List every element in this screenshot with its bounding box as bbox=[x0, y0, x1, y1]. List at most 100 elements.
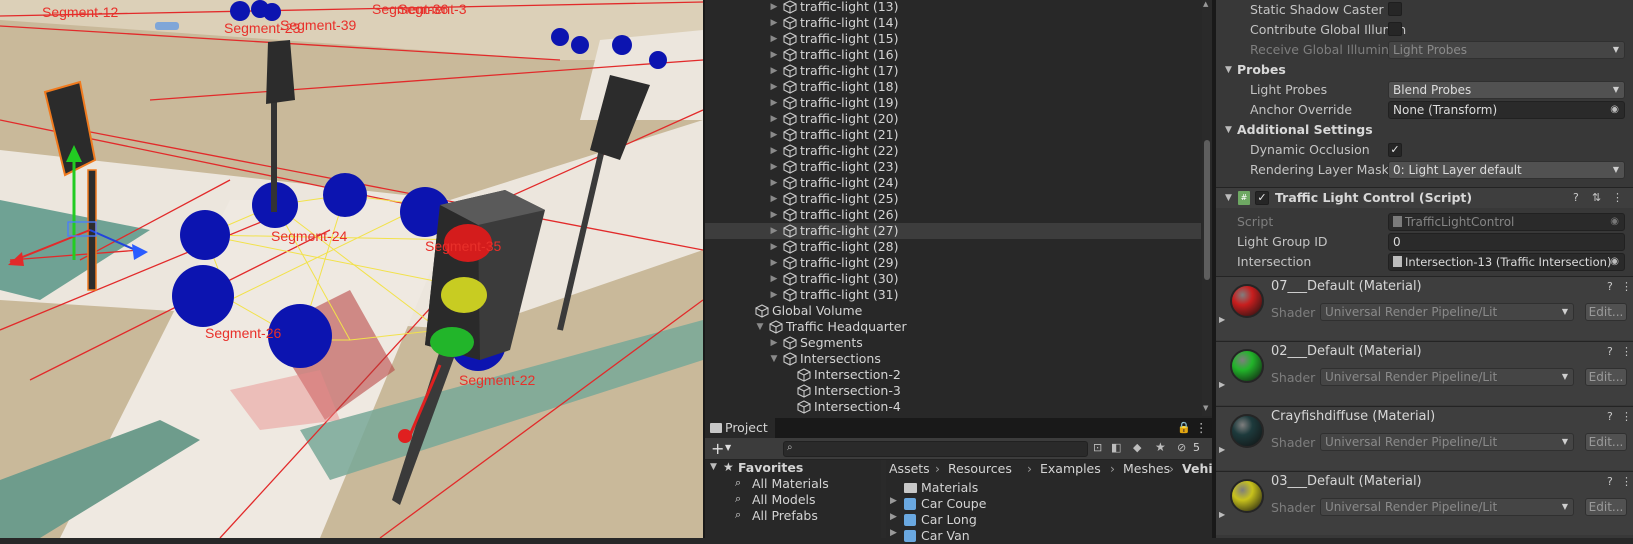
hierarchy-item[interactable]: ▶ traffic-light (23) bbox=[705, 159, 1201, 175]
fold-down-icon[interactable]: ▼ bbox=[1225, 188, 1232, 208]
anchor-override-field[interactable]: None (Transform) ◉ bbox=[1388, 101, 1625, 119]
hierarchy-item[interactable]: ▶ traffic-light (19) bbox=[705, 95, 1201, 111]
expand-arrow-icon[interactable]: ▶ bbox=[768, 335, 780, 351]
expand-arrow-icon[interactable]: ▶ bbox=[768, 207, 780, 223]
expand-arrow-icon[interactable]: ▶ bbox=[768, 95, 780, 111]
expand-arrow-icon[interactable]: ▶ bbox=[768, 111, 780, 127]
hierarchy-item[interactable]: ▶ traffic-light (27) bbox=[705, 223, 1201, 239]
expand-arrow-icon[interactable]: ▶ bbox=[1219, 315, 1225, 324]
light-group-id-input[interactable]: 0 bbox=[1388, 233, 1625, 251]
expand-arrow-icon[interactable]: ▶ bbox=[768, 0, 780, 15]
favorite-item[interactable]: ⌕ All Materials bbox=[705, 476, 881, 492]
breadcrumb-item[interactable]: Meshes bbox=[1123, 461, 1170, 476]
scene-render[interactable] bbox=[0, 0, 703, 538]
object-picker-icon[interactable]: ◉ bbox=[1610, 102, 1619, 118]
shader-dropdown[interactable]: Universal Render Pipeline/Lit ▼ bbox=[1320, 498, 1574, 516]
scene-view[interactable]: Segment-12 Segment-39 Segment-23 Segment-3 S… bbox=[0, 0, 703, 538]
expand-arrow-icon[interactable]: ▶ bbox=[1219, 510, 1225, 519]
help-icon[interactable]: ? bbox=[1607, 410, 1613, 423]
asset-item[interactable]: ▶ Car Long bbox=[886, 512, 1212, 528]
search-input[interactable]: ⌕ bbox=[783, 441, 1088, 457]
kebab-menu-icon[interactable]: ⋮ bbox=[1621, 475, 1632, 488]
hierarchy-item[interactable]: ▶ traffic-light (31) bbox=[705, 287, 1201, 303]
hierarchy-item[interactable]: ▶ traffic-light (28) bbox=[705, 239, 1201, 255]
expand-arrow-icon[interactable]: ▶ bbox=[1219, 445, 1225, 454]
expand-arrow-icon[interactable]: ▶ bbox=[768, 79, 780, 95]
component-enabled-checkbox[interactable]: ✓ bbox=[1255, 191, 1269, 205]
scroll-up-icon[interactable]: ▲ bbox=[1203, 0, 1208, 8]
expand-arrow-icon[interactable]: ▶ bbox=[768, 159, 780, 175]
hierarchy-scrollbar[interactable]: ▲ ▼ bbox=[1202, 0, 1212, 416]
hierarchy-item[interactable]: ▶ traffic-light (20) bbox=[705, 111, 1201, 127]
help-icon[interactable]: ? bbox=[1607, 475, 1613, 488]
expand-arrow-icon[interactable]: ▶ bbox=[768, 15, 780, 31]
favorite-item[interactable]: ⌕ All Prefabs bbox=[705, 508, 881, 524]
kebab-menu-icon[interactable]: ⋮ bbox=[1621, 410, 1632, 423]
expand-arrow-icon[interactable]: ▶ bbox=[768, 31, 780, 47]
hierarchy-item[interactable]: Intersection-2 bbox=[705, 367, 1201, 383]
asset-item[interactable]: Materials bbox=[886, 480, 1212, 496]
favorites-header[interactable]: Favorites bbox=[738, 460, 803, 475]
asset-item[interactable]: ▶ Car Coupe bbox=[886, 496, 1212, 512]
kebab-menu-icon[interactable]: ⋮ bbox=[1621, 280, 1632, 293]
breadcrumb-item[interactable]: Resources bbox=[948, 461, 1012, 476]
dynamic-occlusion-checkbox[interactable]: ✓ bbox=[1388, 143, 1402, 157]
plus-icon[interactable]: + bbox=[711, 439, 724, 458]
hierarchy-item[interactable]: Global Volume bbox=[705, 303, 1201, 319]
hierarchy-item[interactable]: ▶ traffic-light (25) bbox=[705, 191, 1201, 207]
filter-type-icon[interactable]: ◧ bbox=[1111, 441, 1121, 454]
help-icon[interactable]: ? bbox=[1573, 188, 1579, 208]
help-icon[interactable]: ? bbox=[1607, 280, 1613, 293]
expand-arrow-icon[interactable]: ▶ bbox=[768, 191, 780, 207]
hierarchy-item[interactable]: ▶ traffic-light (17) bbox=[705, 63, 1201, 79]
expand-arrow-icon[interactable]: ▶ bbox=[768, 63, 780, 79]
hierarchy-item[interactable]: ▶ traffic-light (13) bbox=[705, 0, 1201, 15]
scroll-down-icon[interactable]: ▼ bbox=[1203, 404, 1208, 412]
hierarchy-item[interactable]: Intersection-4 bbox=[705, 399, 1201, 415]
light-probes-dropdown[interactable]: Blend Probes ▼ bbox=[1388, 81, 1625, 99]
hierarchy-panel[interactable]: ▶ traffic-light (13) ▶ traffic-light (14) ▶ t… bbox=[705, 0, 1201, 416]
fold-down-icon[interactable]: ▼ bbox=[768, 351, 780, 367]
hierarchy-item[interactable]: ▶ traffic-light (30) bbox=[705, 271, 1201, 287]
hierarchy-item[interactable]: ▼ Traffic Headquarter bbox=[705, 319, 1201, 335]
expand-arrow-icon[interactable]: ▶ bbox=[890, 512, 897, 522]
hierarchy-item[interactable]: ▶ Segments bbox=[705, 335, 1201, 351]
hidden-packages-icon[interactable]: ⊘ bbox=[1177, 441, 1186, 454]
object-picker-icon[interactable]: ◉ bbox=[1610, 254, 1619, 270]
hierarchy-item[interactable]: ▶ traffic-light (15) bbox=[705, 31, 1201, 47]
hierarchy-item[interactable]: ▶ traffic-light (16) bbox=[705, 47, 1201, 63]
hierarchy-item[interactable]: ▶ traffic-light (26) bbox=[705, 207, 1201, 223]
kebab-menu-icon[interactable]: ⋮ bbox=[1621, 345, 1632, 358]
hierarchy-item[interactable]: ▶ traffic-light (24) bbox=[705, 175, 1201, 191]
preset-icon[interactable]: ⇅ bbox=[1592, 188, 1601, 208]
expand-arrow-icon[interactable]: ▶ bbox=[768, 223, 780, 239]
expand-arrow-icon[interactable]: ▶ bbox=[1219, 380, 1225, 389]
static-shadow-caster-checkbox[interactable] bbox=[1388, 2, 1402, 16]
expand-arrow-icon[interactable]: ▶ bbox=[768, 175, 780, 191]
star-icon[interactable]: ★ bbox=[1155, 440, 1166, 454]
edit-shader-button[interactable]: Edit... bbox=[1585, 498, 1627, 516]
scrollbar-thumb[interactable] bbox=[1204, 140, 1210, 280]
edit-shader-button[interactable]: Edit... bbox=[1585, 368, 1627, 386]
receive-gi-dropdown[interactable]: Light Probes ▼ bbox=[1388, 41, 1625, 59]
hierarchy-item[interactable]: ▶ traffic-light (21) bbox=[705, 127, 1201, 143]
shader-dropdown[interactable]: Universal Render Pipeline/Lit ▼ bbox=[1320, 368, 1574, 386]
kebab-menu-icon[interactable]: ⋮ bbox=[1195, 420, 1208, 435]
chevron-down-icon[interactable]: ▼ bbox=[725, 443, 731, 452]
hierarchy-item[interactable]: ▶ traffic-light (22) bbox=[705, 143, 1201, 159]
shader-dropdown[interactable]: Universal Render Pipeline/Lit ▼ bbox=[1320, 303, 1574, 321]
label-tag-icon[interactable]: ◆ bbox=[1133, 441, 1141, 454]
rendering-layer-dropdown[interactable]: 0: Light Layer default ▼ bbox=[1388, 161, 1625, 179]
expand-arrow-icon[interactable]: ▶ bbox=[768, 143, 780, 159]
probes-header-row[interactable]: ▼ Probes bbox=[1216, 60, 1633, 80]
fold-down-icon[interactable]: ▼ bbox=[1225, 120, 1232, 140]
expand-arrow-icon[interactable]: ▶ bbox=[768, 127, 780, 143]
favorite-item[interactable]: ⌕ All Models bbox=[705, 492, 881, 508]
search-in-scene-icon[interactable]: ⊡ bbox=[1093, 441, 1102, 454]
shader-dropdown[interactable]: Universal Render Pipeline/Lit ▼ bbox=[1320, 433, 1574, 451]
expand-arrow-icon[interactable]: ▶ bbox=[768, 287, 780, 303]
hierarchy-item[interactable]: Intersection-3 bbox=[705, 383, 1201, 399]
edit-shader-button[interactable]: Edit... bbox=[1585, 303, 1627, 321]
fold-down-icon[interactable]: ▼ bbox=[754, 319, 766, 335]
additional-settings-header-row[interactable]: ▼ Additional Settings bbox=[1216, 120, 1633, 140]
